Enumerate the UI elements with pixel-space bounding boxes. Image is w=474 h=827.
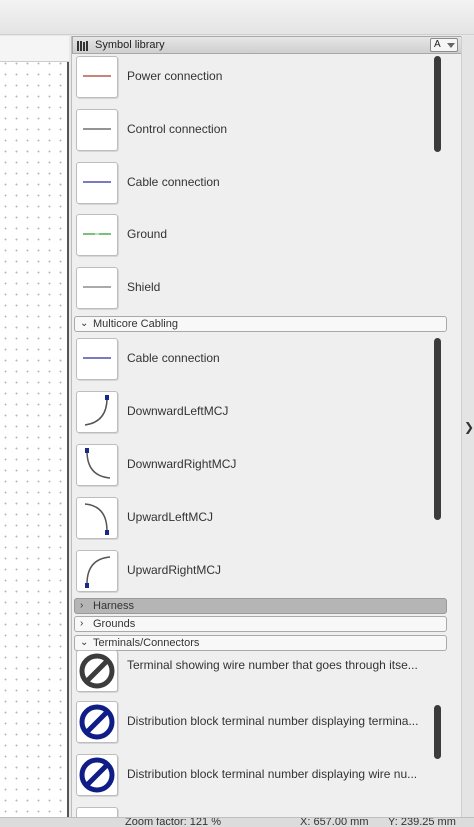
symbol-label: DownwardRightMCJ [127,457,237,471]
symbol-thumbnail [76,807,118,817]
symbol-library-panel: Symbol library A Power connection Contro… [71,36,462,817]
sort-label: A [434,39,441,50]
chevron-right-icon: › [80,618,84,629]
panel-title-bar: Symbol library A [72,36,462,54]
symbol-label: UpwardLeftMCJ [127,510,214,524]
symbol-thumbnail [76,109,118,151]
symbol-label: Terminal showing wire number that goes t… [127,658,418,672]
symbol-thumbnail [76,162,118,204]
x-coordinate: X: 657.00 mm [300,817,369,827]
symbol-label: UpwardRightMCJ [127,563,222,577]
panel-collapse-strip[interactable]: ❯ [461,36,474,817]
symbol-item-control-connection[interactable]: Control connection [76,109,406,153]
zoom-factor: Zoom factor: 121 % [125,817,221,827]
scrollbar-thumb[interactable] [434,56,441,152]
symbol-label: Shield [127,280,161,294]
panel-title: Symbol library [95,39,165,51]
drawing-canvas[interactable] [0,36,69,817]
symbol-label: Ground [127,227,168,241]
top-toolbar [0,0,474,35]
canvas-tab-strip [0,36,69,62]
symbol-item-upward-left-mcj[interactable]: UpwardLeftMCJ [76,497,406,541]
symbol-thumbnail [76,650,118,692]
chevron-down-icon: ⌄ [80,637,89,648]
scrollbar-thumb[interactable] [434,338,441,520]
symbol-item-downward-left-mcj[interactable]: DownwardLeftMCJ [76,391,406,435]
symbol-label: Power connection [127,69,223,83]
symbol-label: Distribution block terminal number displ… [127,714,419,728]
symbol-thumbnail [76,56,118,98]
chevron-right-icon[interactable]: ❯ [464,420,474,434]
chevron-right-icon: › [80,600,84,611]
symbol-thumbnail [76,391,118,433]
chevron-down-icon: ⌄ [80,318,89,329]
sort-dropdown-button[interactable]: A [430,38,458,52]
symbol-item-distribution-block-terminal[interactable]: Distribution block terminal number displ… [76,701,418,745]
group-label: Grounds [93,618,136,630]
chevron-down-icon [447,43,455,48]
status-bar: Zoom factor: 121 % X: 657.00 mm Y: 239.2… [0,817,474,827]
symbol-thumbnail [76,754,118,796]
symbol-label: Cable connection [127,351,220,365]
group-header-terminals-connectors[interactable]: ⌄ Terminals/Connectors [74,635,447,651]
y-coordinate: Y: 239.25 mm [388,817,456,827]
symbol-item-partial[interactable] [76,807,406,817]
symbol-label: Cable connection [127,175,220,189]
symbol-item-ground[interactable]: Ground [76,214,406,258]
group-header-multicore-cabling[interactable]: ⌄ Multicore Cabling [74,316,447,332]
group-label: Harness [93,600,134,612]
symbol-item-terminal-wire-number[interactable]: Terminal showing wire number that goes t… [76,650,418,694]
symbol-item-distribution-block-wire[interactable]: Distribution block terminal number displ… [76,754,417,798]
symbol-label: Control connection [127,122,228,136]
symbol-item-downward-right-mcj[interactable]: DownwardRightMCJ [76,444,406,488]
symbol-item-cable-connection[interactable]: Cable connection [76,162,406,206]
group-label: Terminals/Connectors [93,637,200,649]
symbol-item-shield[interactable]: Shield [76,267,406,311]
symbol-thumbnail [76,444,118,486]
symbol-item-upward-right-mcj[interactable]: UpwardRightMCJ [76,550,406,594]
symbol-label: Distribution block terminal number displ… [127,767,418,781]
library-icon [77,39,91,51]
symbol-item-cable-connection-mc[interactable]: Cable connection [76,338,406,382]
symbol-label: DownwardLeftMCJ [127,404,229,418]
symbol-thumbnail [76,497,118,539]
group-label: Multicore Cabling [93,318,178,330]
symbol-thumbnail [76,701,118,743]
scrollbar-thumb[interactable] [434,705,441,759]
symbol-thumbnail [76,338,118,380]
group-header-harness[interactable]: › Harness [74,598,447,614]
symbol-thumbnail [76,550,118,592]
symbol-thumbnail [76,214,118,256]
symbol-thumbnail [76,267,118,309]
group-header-grounds[interactable]: › Grounds [74,616,447,632]
symbol-item-power-connection[interactable]: Power connection [76,56,406,100]
